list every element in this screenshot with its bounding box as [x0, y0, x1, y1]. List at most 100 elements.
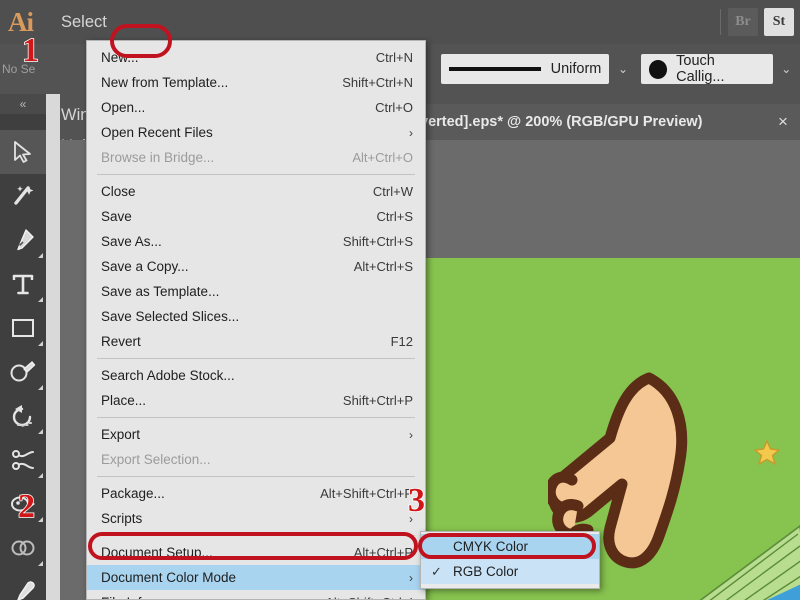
menu-bar-divider	[720, 9, 721, 35]
menu-item-open-recent-files[interactable]: Open Recent Files ›	[87, 120, 425, 145]
menu-item-save-a-copy[interactable]: Save a Copy... Alt+Ctrl+S	[87, 254, 425, 279]
menu-item-label: RGB Color	[453, 564, 519, 579]
menu-select[interactable]: Select	[51, 7, 130, 38]
menu-item-label: Browse in Bridge...	[101, 150, 215, 165]
menu-item-label: Search Adobe Stock...	[101, 368, 235, 383]
stock-button[interactable]: St	[764, 8, 794, 36]
menu-item-export[interactable]: Export ›	[87, 422, 425, 447]
menu-item-rgb-color[interactable]: ✓ RGB Color	[421, 559, 599, 584]
collapse-panel-icon[interactable]: «	[0, 94, 46, 114]
menu-item-shortcut: Alt+Ctrl+O	[352, 150, 413, 165]
menu-item-label: Open Recent Files	[101, 125, 213, 140]
menu-item-revert[interactable]: Revert F12	[87, 329, 425, 354]
bridge-button[interactable]: Br	[728, 8, 758, 36]
menu-item-label: Save As...	[101, 234, 162, 249]
check-icon: ✓	[431, 563, 442, 579]
menu-divider	[97, 174, 415, 175]
menu-bar: Ai FileEditObjectTypeSelectEffectViewWin…	[0, 0, 800, 155]
tool-group-indicator-icon	[38, 341, 43, 346]
menu-item-close[interactable]: Close Ctrl+W	[87, 179, 425, 204]
close-icon[interactable]: ×	[766, 112, 800, 132]
shape-builder-tool[interactable]	[0, 526, 46, 570]
magic-wand-tool[interactable]	[0, 174, 46, 218]
menu-divider	[97, 417, 415, 418]
menu-item-shortcut: Shift+Ctrl+P	[342, 393, 413, 408]
menu-item-document-setup[interactable]: Document Setup... Alt+Ctrl+P	[87, 540, 425, 565]
menu-item-scripts[interactable]: Scripts ›	[87, 506, 425, 531]
brush-dot-icon	[648, 59, 668, 79]
brush-definition-selector[interactable]: Touch Callig...	[640, 53, 773, 85]
menu-item-place[interactable]: Place... Shift+Ctrl+P	[87, 388, 425, 413]
menu-item-cmyk-color[interactable]: CMYK Color	[421, 534, 599, 559]
chevron-right-icon: ›	[409, 570, 413, 585]
paintbrush-tool[interactable]	[0, 350, 46, 394]
menu-item-label: CMYK Color	[453, 539, 529, 554]
menu-item-shortcut: Alt+Shift+Ctrl+P	[320, 486, 413, 501]
menu-divider	[97, 358, 415, 359]
chevron-right-icon: ›	[409, 125, 413, 140]
brush-definition-label: Touch Callig...	[676, 53, 725, 85]
document-tab-title[interactable]: verted].eps* @ 200% (RGB/GPU Preview)	[420, 114, 766, 130]
menu-item-package[interactable]: Package... Alt+Shift+Ctrl+P	[87, 481, 425, 506]
menu-item-browse-in-bridge: Browse in Bridge... Alt+Ctrl+O	[87, 145, 425, 170]
menu-item-shortcut: Shift+Ctrl+N	[342, 75, 413, 90]
menu-item-label: New from Template...	[101, 75, 229, 90]
menu-item-shortcut: F12	[390, 334, 413, 349]
menu-item-label: Revert	[101, 334, 141, 349]
pen-tool[interactable]	[0, 218, 46, 262]
menu-item-new[interactable]: New... Ctrl+N	[87, 45, 425, 70]
menu-divider	[97, 476, 415, 477]
tool-group-indicator-icon	[38, 429, 43, 434]
tools-panel: «	[0, 94, 46, 600]
menu-item-shortcut: Alt+Ctrl+P	[353, 545, 413, 560]
chevron-right-icon: ›	[409, 427, 413, 442]
document-tab-bar: verted].eps* @ 200% (RGB/GPU Preview) ×	[420, 104, 800, 140]
illustrator-window: Ai FileEditObjectTypeSelectEffectViewWin…	[0, 0, 800, 600]
menu-item-label: Save	[101, 209, 132, 224]
menu-item-label: Scripts	[101, 511, 143, 526]
menu-item-save-as[interactable]: Save As... Shift+Ctrl+S	[87, 229, 425, 254]
menu-item-label: Close	[101, 184, 136, 199]
control-chevron-icon-3[interactable]: ⌄	[773, 52, 800, 86]
menu-item-label: New...	[101, 50, 139, 65]
menu-item-label: Package...	[101, 486, 165, 501]
menu-item-shortcut: Ctrl+W	[372, 184, 413, 199]
menu-item-shortcut: Shift+Ctrl+S	[342, 234, 413, 249]
tool-group-indicator-icon	[38, 385, 43, 390]
left-panel-sliver	[46, 94, 60, 600]
menu-item-open[interactable]: Open... Ctrl+O	[87, 95, 425, 120]
panel-grip[interactable]	[0, 114, 46, 130]
type-tool[interactable]	[0, 262, 46, 306]
tool-group-indicator-icon	[38, 297, 43, 302]
eyedropper-tool[interactable]	[0, 570, 46, 600]
selection-tool[interactable]	[0, 130, 46, 174]
menu-item-label: Document Color Mode	[101, 570, 237, 585]
chevron-right-icon: ›	[409, 511, 413, 526]
stroke-profile-label: Uniform	[550, 61, 602, 77]
menu-item-label: Export	[101, 427, 141, 442]
menu-item-save-selected-slices[interactable]: Save Selected Slices...	[87, 304, 425, 329]
menu-item-save[interactable]: Save Ctrl+S	[87, 204, 425, 229]
stroke-profile-selector[interactable]: Uniform	[440, 54, 610, 84]
file-dropdown-menu: New... Ctrl+N New from Template... Shift+Ct…	[86, 40, 426, 600]
tool-group-indicator-icon	[38, 473, 43, 478]
menu-item-label: Place...	[101, 393, 147, 408]
menu-item-document-color-mode[interactable]: Document Color Mode ›	[87, 565, 425, 590]
rectangle-tool[interactable]	[0, 306, 46, 350]
menu-item-shortcut: Ctrl+N	[375, 50, 413, 65]
menu-item-label: Save Selected Slices...	[101, 309, 240, 324]
control-chevron-icon-2[interactable]: ⌄	[609, 52, 636, 86]
menu-item-file-info[interactable]: File Info...Alt+Shift+Ctrl+I	[87, 590, 425, 599]
menu-item-search-adobe-stock[interactable]: Search Adobe Stock...	[87, 363, 425, 388]
width-tool[interactable]	[0, 482, 46, 526]
document-color-mode-submenu: CMYK Color ✓ RGB Color	[420, 531, 600, 589]
menu-item-save-as-template[interactable]: Save as Template...	[87, 279, 425, 304]
rotate-tool[interactable]	[0, 394, 46, 438]
app-logo: Ai	[8, 6, 34, 37]
menu-item-label: Document Setup...	[101, 545, 213, 560]
menu-divider	[97, 535, 415, 536]
stroke-line-icon	[448, 67, 541, 71]
tool-group-indicator-icon	[38, 517, 43, 522]
menu-item-new-from-template[interactable]: New from Template... Shift+Ctrl+N	[87, 70, 425, 95]
scale-tool[interactable]	[0, 438, 46, 482]
